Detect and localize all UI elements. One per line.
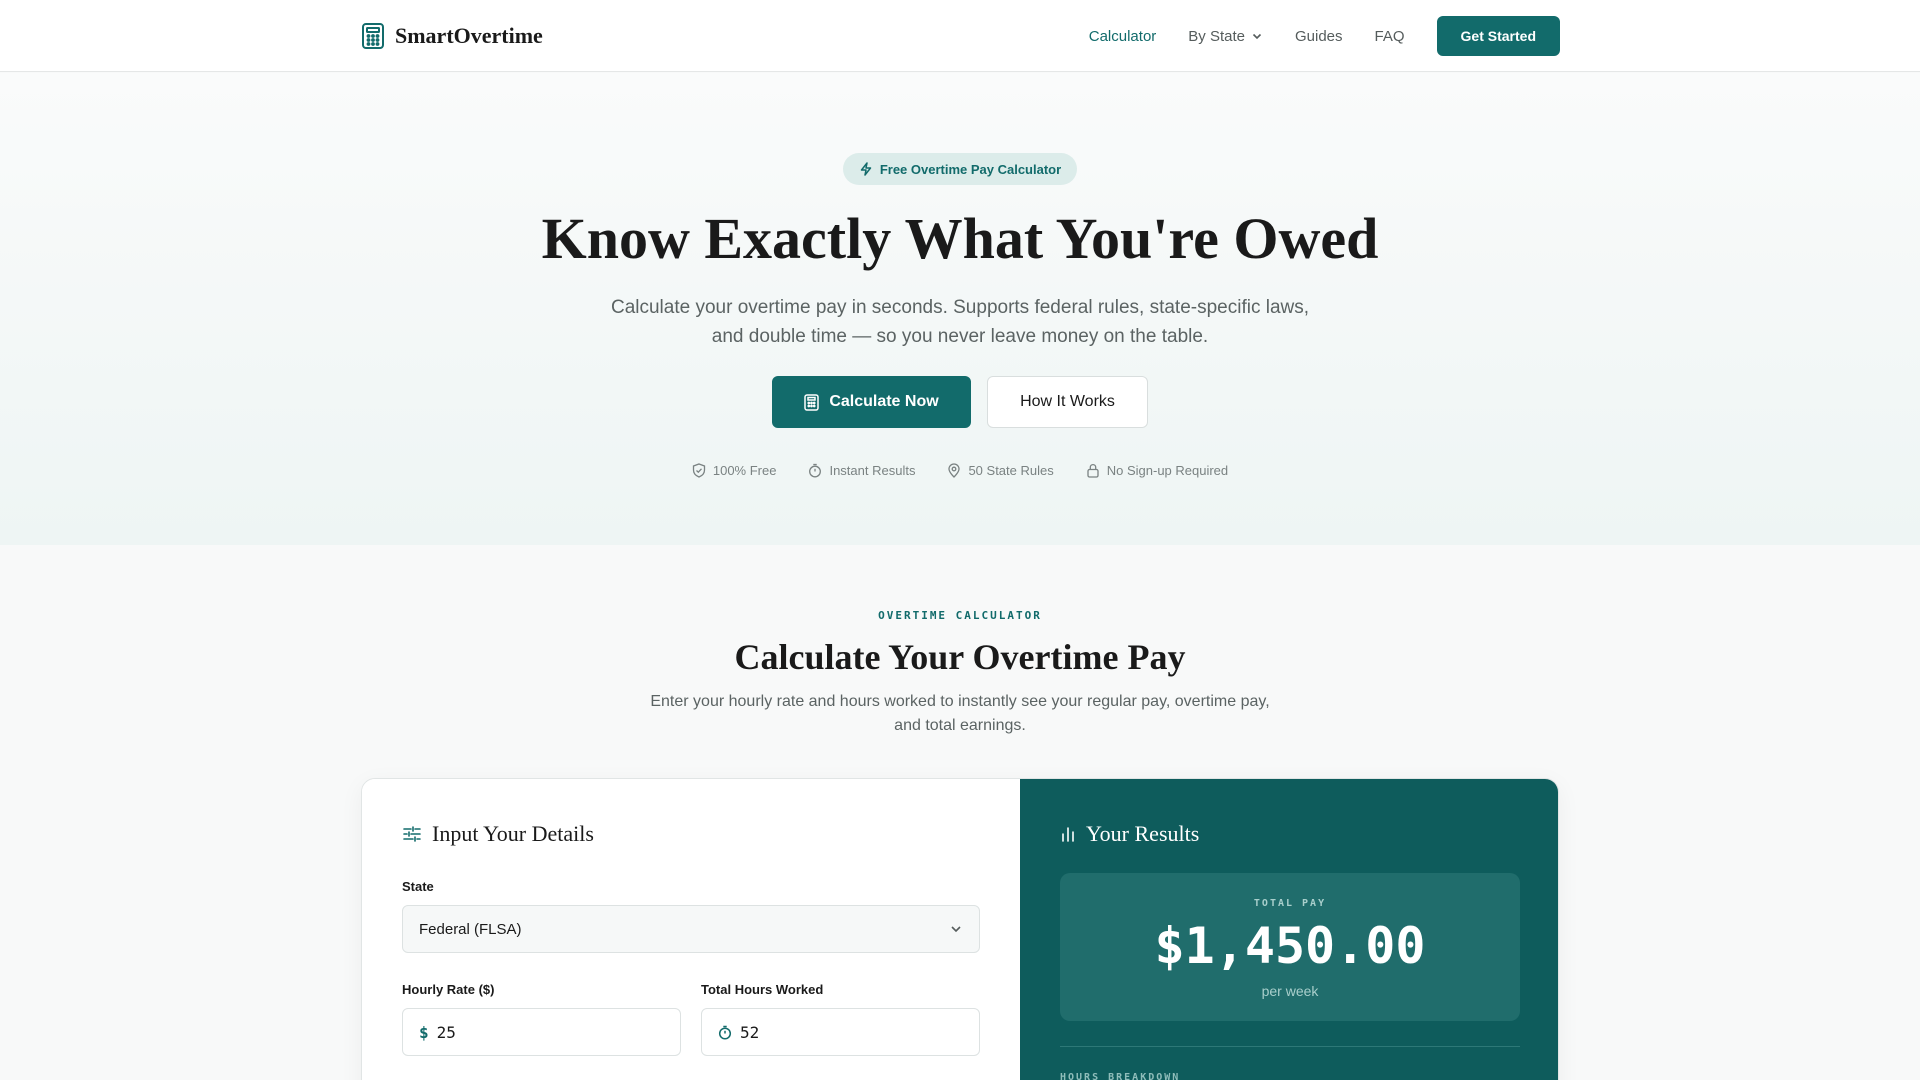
chevron-down-icon: [949, 922, 963, 936]
main-nav: Calculator By State Guides FAQ Get Start…: [1057, 0, 1560, 72]
lightning-icon: [859, 162, 873, 176]
bar-chart-icon: [1060, 825, 1076, 843]
results-panel-title-text: Your Results: [1086, 821, 1200, 846]
calculator-icon: [804, 393, 820, 411]
timer-icon: [808, 463, 822, 478]
nav-calculator[interactable]: Calculator: [1089, 28, 1157, 45]
total-pay-box: TOTAL PAY $1,450.00 per week: [1060, 873, 1520, 1021]
trust-label: 50 State Rules: [968, 463, 1054, 478]
input-panel-title: Input Your Details: [402, 821, 594, 847]
site-header: SmartOvertime Calculator By State Guides…: [0, 0, 1920, 72]
hourly-rate-value: 25: [436, 1022, 456, 1042]
trust-item: Instant Results: [808, 463, 915, 478]
hero-actions: Calculate Now How It Works: [0, 376, 1920, 428]
trust-item: No Sign-up Required: [1086, 463, 1228, 478]
map-pin-icon: [947, 463, 961, 478]
section-eyebrow: OVERTIME CALCULATOR: [878, 609, 1042, 622]
trust-item: 50 State Rules: [947, 463, 1054, 478]
section-title: Calculate Your Overtime Pay: [734, 637, 1186, 677]
hours-worked-input[interactable]: 52: [701, 1008, 980, 1056]
sliders-icon: [402, 824, 422, 844]
hero-section: Free Overtime Pay Calculator Know Exactl…: [0, 73, 1920, 545]
dollar-prefix: $: [419, 1022, 429, 1042]
trust-indicators: 100% Free Instant Results 50 State Rules…: [0, 463, 1920, 478]
total-pay-period: per week: [1261, 983, 1319, 999]
total-pay-value: $1,450.00: [1154, 917, 1426, 975]
input-panel: Input Your Details State Federal (FLSA) …: [362, 779, 1020, 1080]
trust-label: No Sign-up Required: [1106, 463, 1229, 478]
trust-item: 100% Free: [692, 463, 777, 478]
hero-badge-text: Free Overtime Pay Calculator: [879, 161, 1062, 177]
state-select[interactable]: Federal (FLSA): [402, 905, 980, 953]
nav-guides[interactable]: Guides: [1295, 28, 1343, 45]
nav-by-state[interactable]: By State: [1188, 28, 1263, 45]
brand-name: SmartOvertime: [395, 23, 543, 48]
hero-badge: Free Overtime Pay Calculator: [843, 153, 1077, 185]
hours-worked-label: Total Hours Worked: [701, 982, 824, 997]
results-divider: [1060, 1046, 1520, 1047]
state-label: State: [402, 879, 434, 894]
state-select-value: Federal (FLSA): [419, 920, 522, 938]
hourly-rate-label: Hourly Rate ($): [402, 982, 495, 997]
calculator-card: Input Your Details State Federal (FLSA) …: [361, 778, 1559, 1080]
shield-icon: [692, 463, 706, 478]
hours-worked-value: 52: [740, 1022, 760, 1042]
section-subtitle: Enter your hourly rate and hours worked …: [650, 693, 1270, 734]
hours-breakdown-label: HOURS BREAKDOWN: [1060, 1072, 1181, 1080]
nav-faq-label: FAQ: [1374, 27, 1405, 45]
calculate-now-label: Calculate Now: [829, 393, 939, 410]
trust-label: Instant Results: [829, 463, 916, 478]
lock-icon: [1086, 463, 1100, 478]
nav-guides-label: Guides: [1294, 27, 1343, 45]
input-panel-title-text: Input Your Details: [432, 821, 594, 846]
trust-label: 100% Free: [712, 463, 777, 478]
chevron-down-icon: [1251, 30, 1263, 42]
how-it-works-button[interactable]: How It Works: [987, 376, 1148, 428]
timer-icon: [718, 1025, 732, 1040]
results-panel: Your Results TOTAL PAY $1,450.00 per wee…: [1020, 779, 1558, 1080]
hero-title: Know Exactly What You're Owed: [541, 206, 1379, 271]
how-it-works-label: How It Works: [1020, 393, 1115, 410]
nav-calculator-label: Calculator: [1088, 27, 1157, 45]
nav-faq[interactable]: FAQ: [1375, 28, 1405, 45]
calculate-now-button[interactable]: Calculate Now: [772, 376, 971, 428]
results-panel-title: Your Results: [1060, 821, 1199, 847]
total-pay-label: TOTAL PAY: [1253, 898, 1327, 909]
calculator-icon: [361, 22, 385, 50]
nav-by-state-label: By State: [1188, 27, 1245, 45]
hourly-rate-input[interactable]: $ 25: [402, 1008, 681, 1056]
brand-logo[interactable]: SmartOvertime: [361, 22, 543, 50]
hero-subtitle: Calculate your overtime pay in seconds. …: [610, 297, 1310, 347]
get-started-button[interactable]: Get Started: [1436, 16, 1560, 56]
